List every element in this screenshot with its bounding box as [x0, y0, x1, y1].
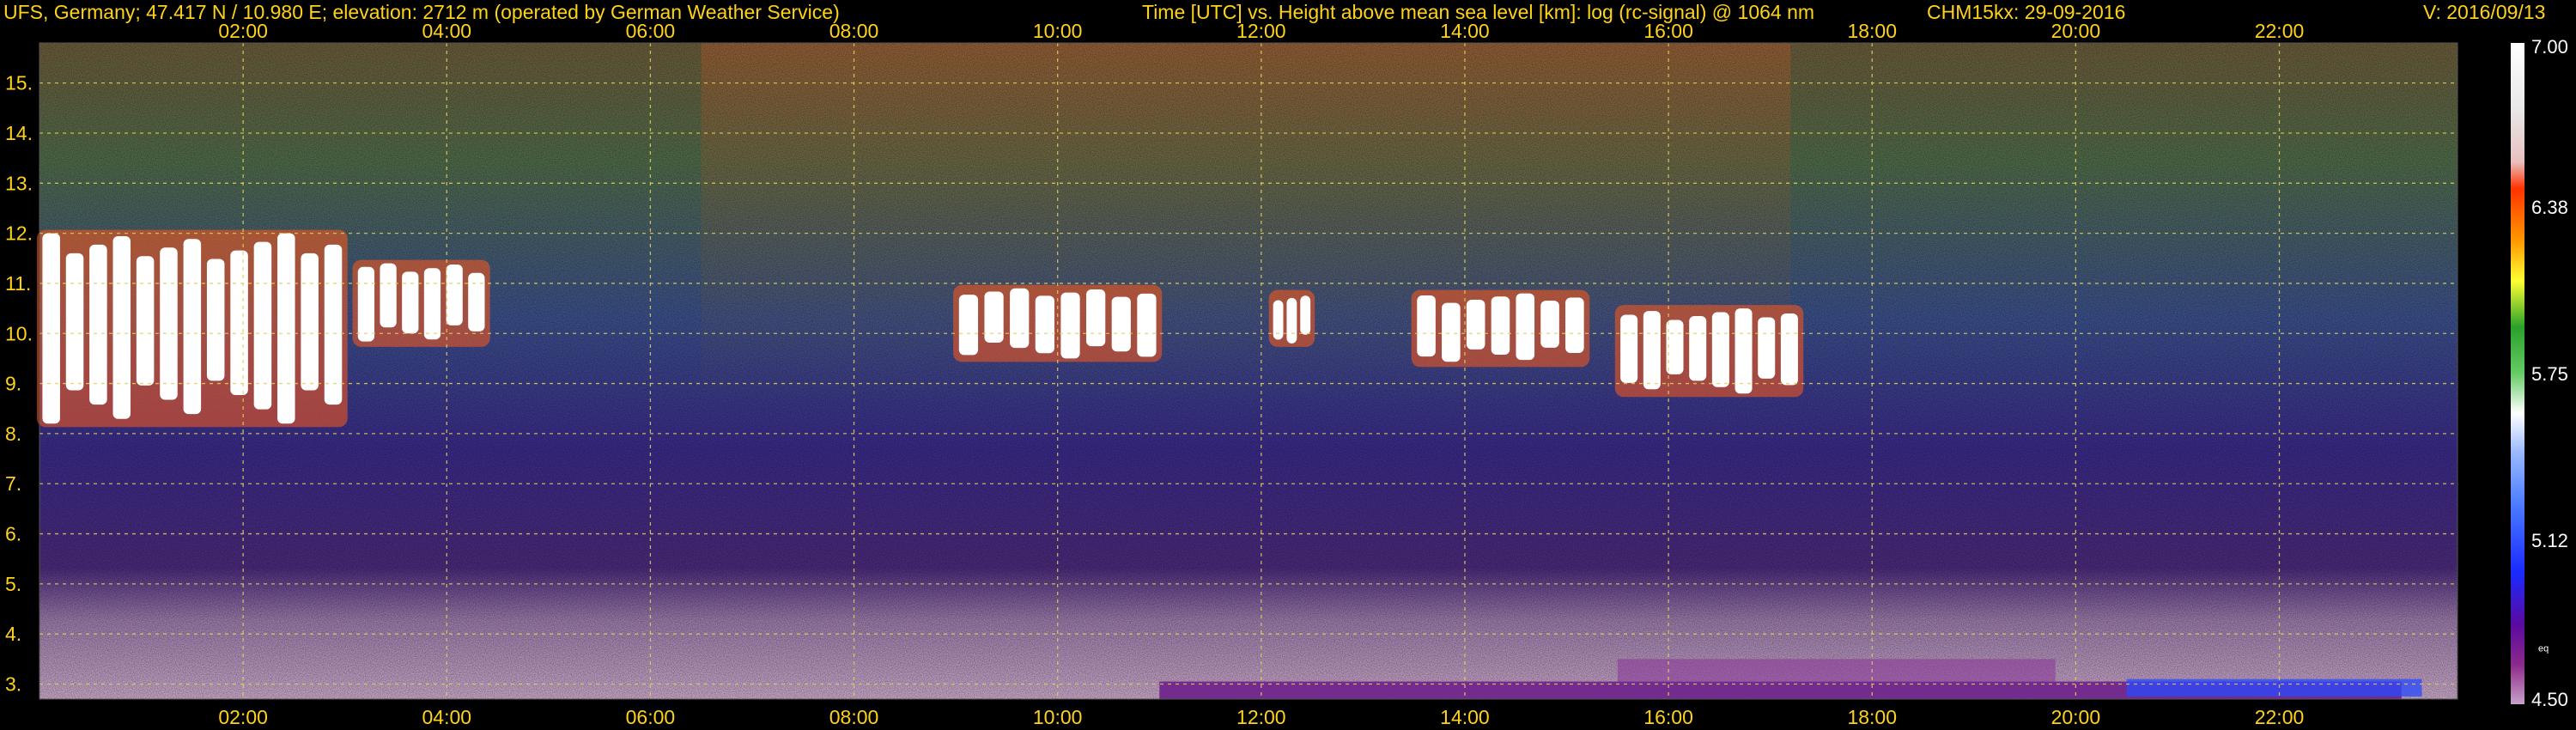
- plot-area: [37, 43, 2458, 699]
- x-tick-label-top: 10:00: [1033, 20, 1083, 42]
- y-tick-label: 15.: [5, 72, 33, 94]
- x-tick-label-bottom: 18:00: [1847, 706, 1897, 728]
- colorbar-tick-label: 4.50: [2531, 689, 2568, 710]
- cloud-patch: [1735, 308, 1753, 394]
- y-tick-label: 3.: [5, 673, 21, 696]
- colorbar: 7.00 6.38 5.75 5.12 4.50 eq: [2511, 36, 2568, 710]
- y-tick-label: 7.: [5, 472, 21, 495]
- cloud-patch: [1643, 311, 1661, 390]
- cloud-patch: [423, 268, 441, 340]
- cloud-patch: [324, 244, 343, 405]
- cloud-patch: [183, 239, 202, 415]
- signal-noise: [39, 43, 2458, 699]
- y-tick-label: 11.: [5, 272, 31, 295]
- x-tick-label-bottom: 06:00: [626, 706, 676, 728]
- cloud-patch: [1442, 302, 1461, 362]
- colorbar-eq-label: eq: [2538, 643, 2549, 654]
- cloud-patch: [1620, 314, 1638, 383]
- cloud-patch: [402, 271, 419, 334]
- cloud-patch: [1758, 317, 1776, 379]
- colorbar-tick-label: 7.00: [2531, 36, 2568, 58]
- cloud-patch: [42, 233, 60, 424]
- cloud-patch: [1010, 288, 1030, 349]
- cloud-patch: [301, 252, 319, 391]
- x-tick-label-bottom: 02:00: [218, 706, 268, 728]
- cloud-patch: [1300, 295, 1311, 335]
- cloud-patch: [65, 252, 84, 391]
- cloud-patch: [1540, 301, 1559, 348]
- cloud-patch: [380, 263, 397, 328]
- y-tick-label: 13.: [5, 172, 33, 194]
- x-tick-label-top: 02:00: [218, 20, 268, 42]
- y-tick-label: 5.: [5, 573, 21, 595]
- cloud-patch: [1491, 296, 1510, 356]
- ceilometer-chart: 02:00 02:00 04:00 04:00 06:00 06:00 08:00 08:00…: [5, 20, 2568, 728]
- x-tick-label-top: 16:00: [1643, 20, 1693, 42]
- x-tick-label-top: 04:00: [422, 20, 471, 42]
- cloud-patch: [446, 265, 463, 325]
- cloud-patch: [1689, 316, 1707, 381]
- cloud-patch: [277, 233, 295, 424]
- cloud-patch: [136, 256, 155, 386]
- cloud-patch: [1565, 297, 1584, 354]
- y-tick-label: 14.: [5, 122, 33, 144]
- cloud-patch: [1286, 297, 1297, 344]
- cloud-patch: [230, 250, 248, 395]
- x-tick-label-bottom: 12:00: [1236, 706, 1286, 728]
- x-tick-label-top: 08:00: [829, 20, 879, 42]
- cloud-patch: [468, 272, 485, 332]
- x-tick-label-top: 06:00: [626, 20, 676, 42]
- colorbar-tick-label: 5.12: [2531, 530, 2568, 551]
- cloud-patch: [1137, 293, 1157, 357]
- colorbar-tick-label: 5.75: [2531, 363, 2568, 385]
- x-tick-label-bottom: 20:00: [2051, 706, 2101, 728]
- cloud-patch: [160, 247, 178, 400]
- cloud-patch: [357, 266, 375, 342]
- x-tick-label-bottom: 16:00: [1643, 706, 1693, 728]
- x-tick-label-bottom: 10:00: [1033, 706, 1083, 728]
- colorbar-tick-label: 6.38: [2531, 197, 2568, 218]
- x-tick-label-bottom: 22:00: [2255, 706, 2305, 728]
- y-tick-label: 6.: [5, 523, 21, 545]
- y-tick-label: 9.: [5, 373, 21, 395]
- x-tick-label-top: 20:00: [2051, 20, 2101, 42]
- x-tick-label-top: 12:00: [1236, 20, 1286, 42]
- x-tick-label-top: 22:00: [2255, 20, 2305, 42]
- cloud-patch: [1466, 299, 1485, 350]
- y-tick-label: 8.: [5, 423, 21, 445]
- x-tick-label-bottom: 08:00: [829, 706, 879, 728]
- boundary-layer-upper: [1617, 659, 2056, 682]
- cloud-patch: [1780, 313, 1798, 386]
- cloud-patch: [1086, 289, 1106, 347]
- y-tick-label: 4.: [5, 623, 21, 645]
- cloud-patch: [206, 259, 225, 381]
- cloud-patch: [1035, 295, 1054, 354]
- cloud-patch: [984, 291, 1004, 344]
- boundary-layer-blue: [2126, 678, 2422, 697]
- cloud-patch: [89, 244, 107, 405]
- cloud-patch: [1060, 292, 1080, 359]
- cloud-patch: [1111, 296, 1131, 352]
- colorbar-scale: [2511, 43, 2524, 704]
- x-tick-label-bottom: 14:00: [1440, 706, 1490, 728]
- x-tick-label-bottom: 04:00: [422, 706, 471, 728]
- y-tick-label: 10.: [5, 322, 33, 344]
- cloud-patch: [112, 235, 131, 419]
- cloud-patch: [1417, 295, 1436, 357]
- x-tick-label-top: 14:00: [1440, 20, 1490, 42]
- cloud-patch: [1711, 312, 1729, 387]
- cloud-patch: [253, 241, 272, 410]
- y-tick-label: 12.: [5, 222, 33, 245]
- cloud-patch: [1516, 293, 1535, 361]
- cloud-patch: [958, 295, 979, 356]
- x-tick-label-top: 18:00: [1847, 20, 1897, 42]
